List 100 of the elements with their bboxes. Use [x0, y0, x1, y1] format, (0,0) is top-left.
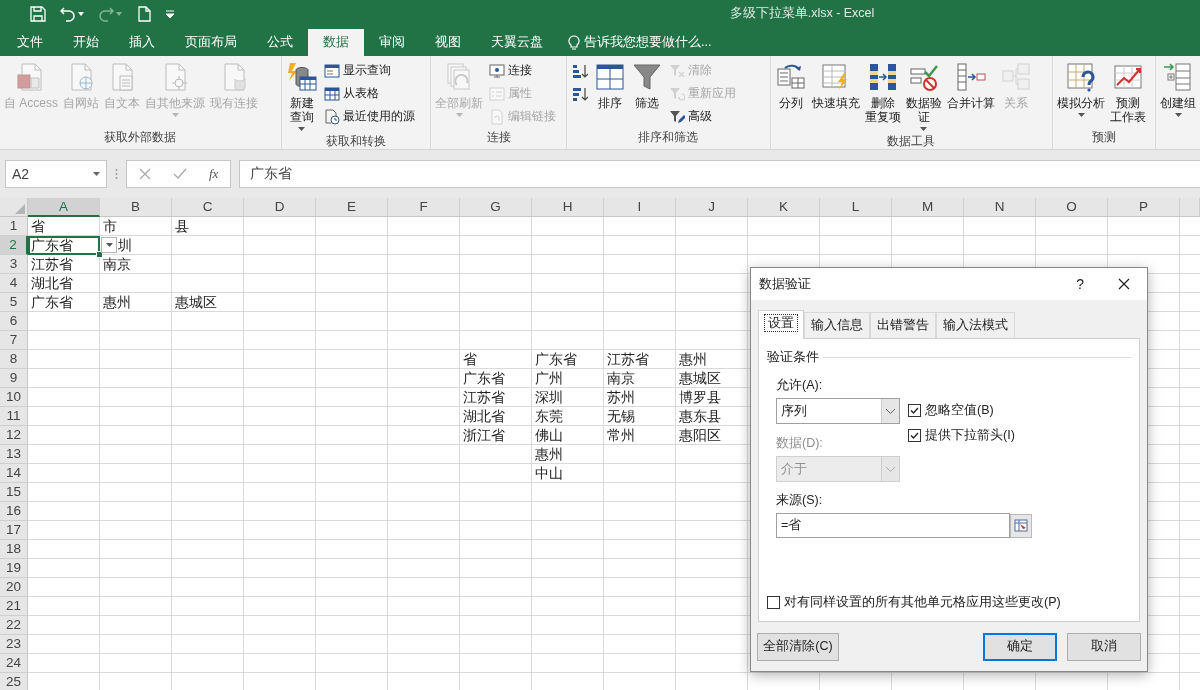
row-header[interactable]: 21	[0, 597, 28, 616]
table-cell[interactable]: 博罗县	[676, 388, 748, 407]
row-header[interactable]: 23	[0, 635, 28, 654]
ribbon-button[interactable]: 创建组	[1158, 59, 1198, 119]
undo-icon[interactable]	[60, 5, 76, 22]
row-header[interactable]: 18	[0, 540, 28, 559]
ribbon-button[interactable]: 筛选	[629, 59, 666, 112]
ribbon-button[interactable]: 高级	[666, 105, 740, 128]
table-cell[interactable]: 苏州	[604, 388, 676, 407]
table-cell[interactable]: 江苏省	[28, 255, 100, 274]
table-cell[interactable]: 广东省	[532, 350, 604, 369]
dialog-tab[interactable]: 输入信息	[804, 312, 870, 338]
table-cell[interactable]: 县	[172, 217, 244, 236]
ribbon-tab[interactable]: 审阅	[364, 29, 420, 56]
column-header[interactable]: O	[1036, 198, 1108, 217]
insert-function-button[interactable]: fx	[209, 166, 219, 182]
checkbox-label[interactable]: 对有同样设置的所有其他单元格应用这些更改(P)	[784, 594, 1061, 611]
table-cell[interactable]: 中山	[532, 464, 604, 483]
table-cell[interactable]: 省	[460, 350, 532, 369]
column-header[interactable]: B	[100, 198, 172, 217]
row-header[interactable]: 20	[0, 578, 28, 597]
table-cell[interactable]: 湖北省	[28, 274, 100, 293]
ribbon-tab[interactable]: 数据	[308, 29, 364, 56]
ribbon-tab[interactable]: 插入	[114, 29, 170, 56]
checkbox[interactable]	[908, 404, 921, 417]
new-document-icon[interactable]	[136, 5, 152, 22]
checkbox-label[interactable]: 提供下拉箭头(I)	[925, 427, 1015, 444]
ribbon-button[interactable]: 从表格	[320, 82, 418, 105]
column-header[interactable]: N	[964, 198, 1036, 217]
source-input[interactable]: =省	[776, 513, 1010, 538]
row-header[interactable]: 22	[0, 616, 28, 635]
dialog-button[interactable]: 取消	[1067, 632, 1141, 661]
ribbon-button[interactable]: 数据验 证	[903, 59, 944, 133]
table-cell[interactable]: 深圳	[532, 388, 604, 407]
row-header[interactable]: 5	[0, 293, 28, 312]
table-cell[interactable]: 东莞	[532, 407, 604, 426]
caret-icon[interactable]	[78, 11, 84, 16]
dialog-button[interactable]: 确定	[983, 632, 1057, 661]
column-header[interactable]: F	[388, 198, 460, 217]
column-header[interactable]: H	[532, 198, 604, 217]
row-header[interactable]: 19	[0, 559, 28, 578]
ribbon-button[interactable]: 排序	[592, 59, 629, 112]
close-icon[interactable]	[1118, 278, 1130, 290]
dropdown-button[interactable]	[101, 237, 117, 253]
column-header[interactable]: K	[748, 198, 820, 217]
table-cell[interactable]: 佛山	[532, 426, 604, 445]
row-header[interactable]: 13	[0, 445, 28, 464]
row-header[interactable]: 9	[0, 369, 28, 388]
table-cell[interactable]: 江苏省	[604, 350, 676, 369]
row-header[interactable]: 7	[0, 331, 28, 350]
table-cell[interactable]: 常州	[604, 426, 676, 445]
column-header[interactable]: M	[892, 198, 964, 217]
table-cell[interactable]: 惠城区	[676, 369, 748, 388]
table-cell[interactable]: 南京	[604, 369, 676, 388]
row-header[interactable]: 3	[0, 255, 28, 274]
ribbon-tab[interactable]: 页面布局	[170, 29, 252, 56]
ribbon-button[interactable]: 新建 查询	[283, 59, 320, 133]
table-cell[interactable]: 广东省	[460, 369, 532, 388]
table-cell[interactable]: 惠州	[532, 445, 604, 464]
ribbon-button[interactable]: 快速填充	[809, 59, 862, 112]
checkbox[interactable]	[767, 596, 780, 609]
row-header[interactable]: 16	[0, 502, 28, 521]
column-header[interactable]: A	[28, 198, 100, 217]
dialog-tab[interactable]: 输入法模式	[936, 312, 1015, 338]
ribbon-button[interactable]: 预测 工作表	[1108, 59, 1149, 126]
save-icon[interactable]	[30, 5, 46, 22]
formula-input[interactable]: 广东省	[239, 160, 1200, 188]
dialog-tab[interactable]: 出错警告	[870, 312, 936, 338]
table-cell[interactable]: 浙江省	[460, 426, 532, 445]
dialog-tab[interactable]: 设置	[758, 310, 804, 339]
ribbon-button[interactable]: 分列	[772, 59, 809, 112]
range-picker-icon[interactable]	[1010, 513, 1032, 538]
column-header[interactable]: D	[244, 198, 316, 217]
check-icon[interactable]	[173, 168, 187, 180]
column-header[interactable]: G	[460, 198, 532, 217]
table-cell[interactable]: 省	[28, 217, 100, 236]
row-header[interactable]: 25	[0, 673, 28, 690]
table-cell[interactable]: 江苏省	[460, 388, 532, 407]
ribbon-tab[interactable]: 公式	[252, 29, 308, 56]
checkbox-label[interactable]: 忽略空值(B)	[925, 402, 994, 419]
ribbon-button[interactable]: 最近使用的源	[320, 105, 418, 128]
ribbon-button[interactable]: 显示查询	[320, 59, 418, 82]
table-cell[interactable]: 湖北省	[460, 407, 532, 426]
row-header[interactable]: 6	[0, 312, 28, 331]
allow-dropdown[interactable]: 序列	[776, 398, 900, 424]
row-header[interactable]: 14	[0, 464, 28, 483]
row-header[interactable]: 10	[0, 388, 28, 407]
ribbon-button[interactable]: 删除 重复项	[862, 59, 903, 126]
row-header[interactable]: 8	[0, 350, 28, 369]
table-cell[interactable]: 惠阳区	[676, 426, 748, 445]
row-header[interactable]: 15	[0, 483, 28, 502]
table-cell[interactable]: 惠东县	[676, 407, 748, 426]
ribbon-button[interactable]: 合并计算	[944, 59, 997, 112]
table-cell[interactable]: 市	[100, 217, 172, 236]
customize-caret-icon[interactable]	[166, 9, 174, 18]
row-header[interactable]: 17	[0, 521, 28, 540]
table-cell[interactable]: 惠州	[676, 350, 748, 369]
table-cell[interactable]: 圳	[100, 236, 172, 255]
table-cell[interactable]: 广州	[532, 369, 604, 388]
ribbon-tab[interactable]: 开始	[58, 29, 114, 56]
